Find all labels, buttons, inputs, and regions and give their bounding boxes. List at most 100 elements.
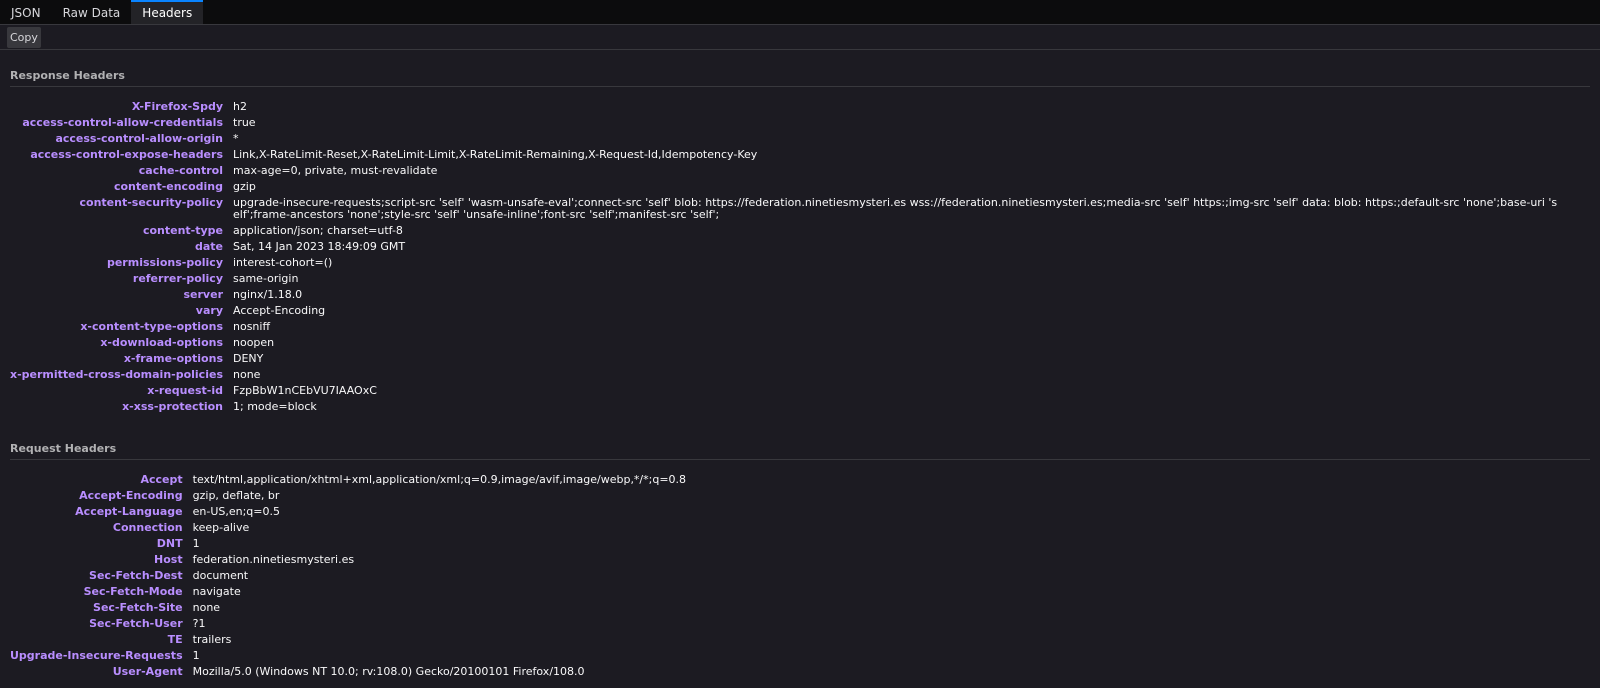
header-value: Link,X-RateLimit-Reset,X-RateLimit-Limit… [233,148,758,161]
header-row: Accept-Encoding gzip, deflate, br [10,488,686,504]
header-row: Upgrade-Insecure-Requests 1 [10,648,686,664]
header-name: content-encoding [113,180,223,193]
tab-headers[interactable]: Headers [131,0,204,24]
header-value: Sat, 14 Jan 2023 18:49:09 GMT [233,240,406,253]
header-row: x-xss-protection 1; mode=block [10,399,1563,415]
header-name: x-xss-protection [122,400,223,413]
copy-button[interactable]: Copy [7,26,41,48]
header-value: max-age=0, private, must-revalidate [233,164,438,177]
header-row: Accept text/html,application/xhtml+xml,ap… [10,472,686,488]
header-row: vary Accept-Encoding [10,303,1563,319]
header-row: x-request-id FzpBbW1nCEbVU7IAAOxC [10,383,1563,399]
header-row: User-Agent Mozilla/5.0 (Windows NT 10.0; … [10,664,686,680]
tab-json[interactable]: JSON [0,0,52,24]
header-name: x-permitted-cross-domain-policies [10,368,223,381]
header-name: x-frame-options [123,352,223,365]
header-name: referrer-policy [132,272,223,285]
header-name: server [183,288,224,301]
header-row: access-control-allow-origin * [10,131,1563,147]
header-name: Host [154,553,183,566]
header-row: date Sat, 14 Jan 2023 18:49:09 GMT [10,239,1563,255]
header-value: Mozilla/5.0 (Windows NT 10.0; rv:108.0) … [192,665,585,678]
header-name: User-Agent [112,665,183,678]
header-row: Connection keep-alive [10,520,686,536]
header-name: content-security-policy [79,196,224,209]
header-row: Host federation.ninetiesmysteri.es [10,552,686,568]
header-name: Accept-Encoding [79,489,183,502]
header-row: access-control-expose-headers Link,X-Rate… [10,147,1563,163]
header-row: Sec-Fetch-Dest document [10,568,686,584]
header-value: interest-cohort=() [233,256,333,269]
header-name: content-type [142,224,223,237]
header-row: content-encoding gzip [10,179,1563,195]
header-value: 1 [192,649,200,662]
response-headers-title: Response Headers [10,69,1590,87]
header-name: Connection [112,521,183,534]
header-name: DNT [156,537,183,550]
header-row: Sec-Fetch-Mode navigate [10,584,686,600]
header-name: Sec-Fetch-Mode [83,585,183,598]
header-value: none [192,601,221,614]
header-name: date [194,240,223,253]
header-value: upgrade-insecure-requests;script-src 'se… [233,196,1558,221]
header-value: trailers [192,633,232,646]
headers-panel: Response Headers X-Firefox-Spdy h2 access-… [0,69,1600,680]
header-name: x-download-options [100,336,223,349]
header-value: FzpBbW1nCEbVU7IAAOxC [233,384,377,397]
header-name: x-content-type-options [80,320,223,333]
header-row: content-security-policy upgrade-insecure-… [10,195,1563,223]
header-value: same-origin [233,272,299,285]
header-name: access-control-allow-credentials [22,116,223,129]
header-row: permissions-policy interest-cohort=() [10,255,1563,271]
header-value: gzip, deflate, br [192,489,280,502]
header-value: text/html,application/xhtml+xml,applicat… [192,473,687,486]
headers-toolbar: Copy [0,25,1600,50]
header-name: permissions-policy [106,256,223,269]
header-value: keep-alive [192,521,250,534]
header-name: vary [195,304,223,317]
header-row: TE trailers [10,632,686,648]
header-row: Sec-Fetch-Site none [10,600,686,616]
header-value: noopen [233,336,275,349]
header-row: x-frame-options DENY [10,351,1563,367]
header-name: cache-control [138,164,223,177]
header-row: X-Firefox-Spdy h2 [10,99,1563,115]
header-name: x-request-id [147,384,223,397]
header-name: Sec-Fetch-User [89,617,183,630]
header-name: access-control-allow-origin [55,132,223,145]
header-value: nosniff [233,320,271,333]
header-row: x-download-options noopen [10,335,1563,351]
request-headers-table: Accept text/html,application/xhtml+xml,ap… [10,472,686,680]
header-value: 1; mode=block [233,400,317,413]
header-name: Upgrade-Insecure-Requests [10,649,183,662]
header-value: application/json; charset=utf-8 [233,224,403,237]
header-value: h2 [233,100,247,113]
header-row: Accept-Language en-US,en;q=0.5 [10,504,686,520]
header-row: cache-control max-age=0, private, must-re… [10,163,1563,179]
header-name: Accept-Language [75,505,183,518]
header-row: content-type application/json; charset=ut… [10,223,1563,239]
header-value: * [233,132,239,145]
header-name: TE [167,633,183,646]
header-row: access-control-allow-credentials true [10,115,1563,131]
header-row: server nginx/1.18.0 [10,287,1563,303]
header-value: ?1 [192,617,206,630]
header-value: federation.ninetiesmysteri.es [192,553,355,566]
header-row: Sec-Fetch-User ?1 [10,616,686,632]
header-value: true [233,116,256,129]
request-headers-title: Request Headers [10,442,1590,460]
header-value: 1 [192,537,200,550]
header-row: DNT 1 [10,536,686,552]
header-name: Sec-Fetch-Dest [89,569,183,582]
header-row: x-permitted-cross-domain-policies none [10,367,1563,383]
header-name: Sec-Fetch-Site [93,601,183,614]
tab-raw-data[interactable]: Raw Data [52,0,132,24]
header-value: DENY [233,352,264,365]
viewer-tab-bar: JSON Raw Data Headers [0,0,1600,25]
header-value: document [192,569,249,582]
header-name: Accept [140,473,183,486]
header-row: x-content-type-options nosniff [10,319,1563,335]
header-value: none [233,368,261,381]
header-name: X-Firefox-Spdy [131,100,223,113]
header-name: access-control-expose-headers [30,148,223,161]
